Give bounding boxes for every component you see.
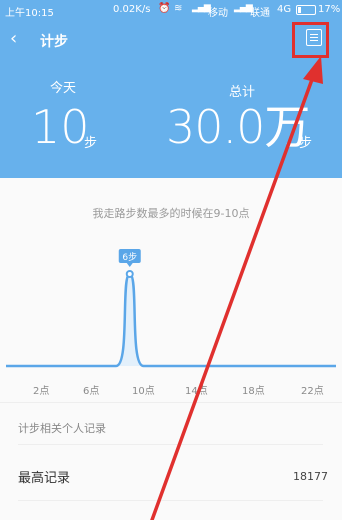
steps-chart: 6步 (6, 249, 336, 368)
battery-icon (296, 5, 316, 15)
x-label: 2点 (33, 386, 50, 397)
carrier-2: 联通 (250, 8, 270, 19)
total-unit: 步 (299, 136, 313, 151)
network-speed: 0.02K/s (113, 4, 151, 15)
divider (18, 500, 323, 501)
page-title: 计步 (40, 34, 68, 50)
battery-percent: 17% (318, 4, 341, 15)
best-record-value: 18177 (293, 470, 328, 483)
divider (0, 402, 342, 403)
network-type: 4G (277, 4, 292, 15)
chart-line (6, 272, 336, 368)
x-label: 10点 (132, 386, 155, 397)
wifi-icon: ≋ (174, 3, 183, 14)
today-unit: 步 (84, 136, 98, 151)
peak-label: 6步 (122, 252, 137, 263)
total-label: 总计 (229, 85, 256, 100)
x-label: 22点 (301, 386, 324, 397)
highlight-box (292, 22, 329, 58)
today-label: 今天 (50, 81, 77, 96)
best-record-label[interactable]: 最高记录 (18, 467, 70, 486)
peak-badge-pointer (126, 263, 133, 267)
total-value: 30.0万 (166, 100, 310, 154)
divider (18, 444, 323, 445)
records-section-title: 计步相关个人记录 (18, 422, 106, 435)
x-label: 6点 (83, 386, 100, 397)
x-label: 18点 (242, 386, 265, 397)
x-label: 14点 (185, 386, 208, 397)
alarm-icon: ⏰ (158, 3, 171, 14)
x-axis-labels: 2点 6点 10点 14点 18点 22点 (0, 382, 342, 397)
back-icon[interactable]: ‹ (10, 30, 24, 48)
peak-time-text: 我走路步数最多的时候在9-10点 (92, 207, 250, 220)
content-area: 我走路步数最多的时候在9-10点 6步 2点 6点 10点 14点 18点 22… (0, 178, 342, 520)
today-value: 10 (31, 100, 90, 154)
steps-header: ‹ 计步 今天 10 步 总计 30.0万 步 (0, 20, 342, 178)
chart-area-fill (6, 274, 336, 366)
status-bar: 上午10:15 0.02K/s ⏰ ≋ ▂▄▆ 移动 ▂▄▆ 联通 4G 17% (0, 0, 342, 20)
status-time: 上午10:15 (5, 8, 54, 19)
peak-dot (125, 270, 134, 278)
carrier-1: 移动 (208, 8, 228, 19)
